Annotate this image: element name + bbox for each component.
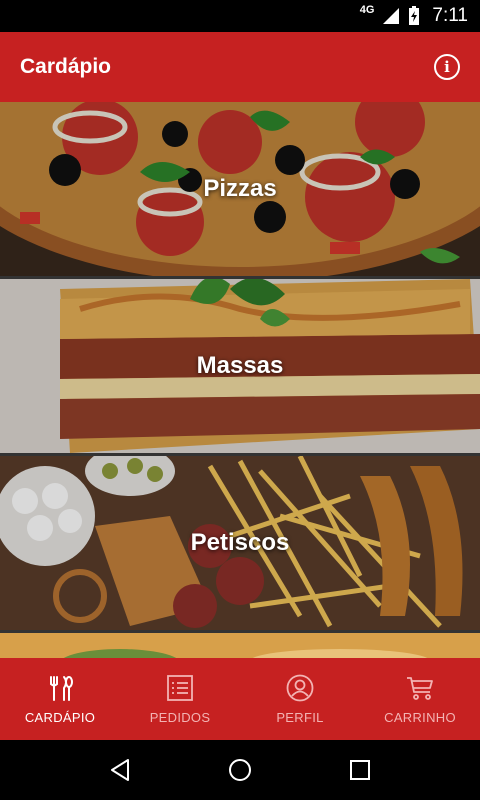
category-petiscos[interactable]: Petiscos — [0, 456, 480, 630]
tab-pedidos[interactable]: PEDIDOS — [120, 658, 240, 740]
category-pizzas[interactable]: Pizzas — [0, 102, 480, 276]
home-icon[interactable] — [228, 758, 252, 782]
tab-label: CARDÁPIO — [24, 709, 96, 725]
tab-cardapio[interactable]: CARDÁPIO — [0, 658, 120, 740]
tab-label: PEDIDOS — [149, 709, 211, 725]
tab-label: CARRINHO — [384, 709, 456, 725]
signal-icon — [383, 8, 400, 24]
category-massas[interactable]: Massas — [0, 279, 480, 453]
cutlery-icon — [50, 675, 73, 701]
category-partial[interactable] — [0, 633, 480, 658]
category-label: Petiscos — [190, 529, 290, 556]
user-icon — [286, 674, 314, 701]
status-bar: 4G 7:11 — [0, 0, 480, 32]
info-icon[interactable]: i — [434, 54, 460, 80]
tab-carrinho[interactable]: CARRINHO — [360, 658, 480, 740]
category-label: Massas — [196, 352, 284, 379]
recents-icon[interactable] — [348, 758, 372, 782]
tab-perfil[interactable]: PERFIL — [240, 658, 360, 740]
bottom-navigation: CARDÁPIO PEDIDOS PERFIL CARRINHO — [0, 658, 480, 740]
app-bar: Cardápio i — [0, 32, 480, 102]
category-label: Pizzas — [203, 175, 277, 202]
network-type: 4G — [359, 4, 375, 16]
system-navigation — [0, 740, 480, 800]
list-icon — [167, 674, 193, 701]
cart-icon — [407, 676, 433, 700]
category-list[interactable]: Pizzas Massas Petiscos — [0, 102, 480, 658]
battery-charging-icon — [409, 6, 420, 25]
dish-image — [0, 633, 480, 658]
tab-label: PERFIL — [276, 709, 324, 725]
page-title: Cardápio — [20, 55, 112, 78]
clock: 7:11 — [432, 5, 468, 26]
back-icon[interactable] — [108, 758, 132, 782]
